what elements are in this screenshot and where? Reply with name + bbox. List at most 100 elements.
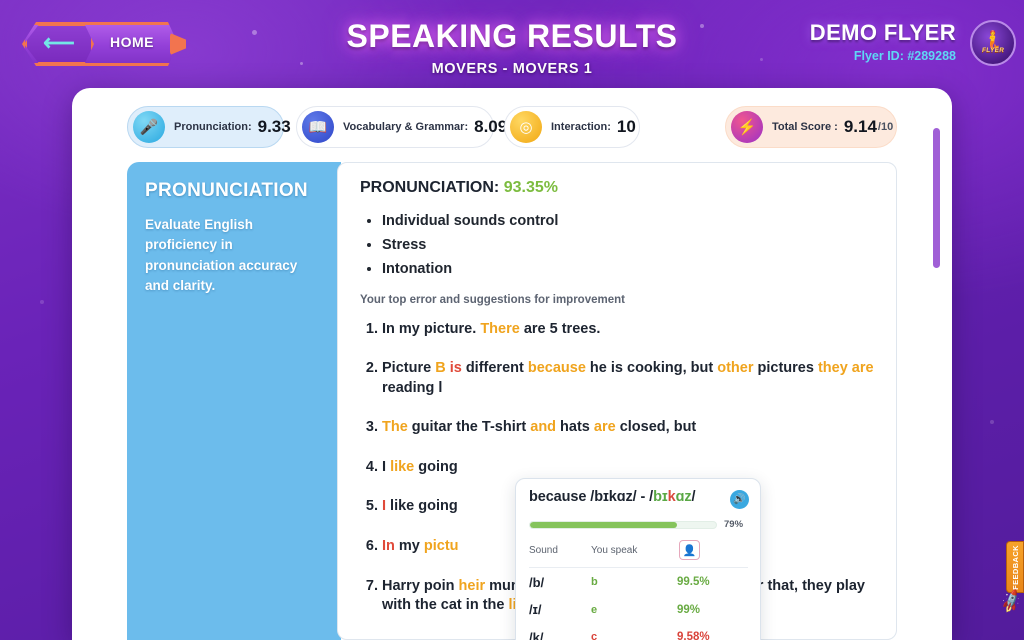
detail-heading-label: PRONUNCIATION: xyxy=(360,179,500,196)
sentence-fragment: closed, but xyxy=(615,419,697,436)
sentence-fragment: because xyxy=(527,360,586,377)
cell-score: 99.5% xyxy=(677,576,710,588)
user-name: DEMO FLYER xyxy=(809,20,956,45)
criteria-list: Individual sounds control Stress Intonat… xyxy=(382,209,878,282)
cell-sound: /b/ xyxy=(529,574,545,590)
ipa-phoneme: z xyxy=(684,489,692,505)
score-chip-interaction[interactable]: ◎ Interaction: 10 xyxy=(504,106,640,148)
sentence-fragment: and xyxy=(530,419,557,436)
list-item: Individual sounds control xyxy=(382,209,878,233)
sentence-fragment: different xyxy=(461,360,528,377)
avatar-label: FLYER xyxy=(981,46,1005,54)
sentence-fragment: are 5 trees. xyxy=(519,320,601,337)
scrollbar[interactable] xyxy=(933,128,940,598)
sentence-fragment: hats xyxy=(556,419,594,436)
popup-word: because xyxy=(529,489,587,505)
cell-score: 9.58% xyxy=(677,631,710,640)
list-item: Intonation xyxy=(382,257,878,281)
cell-sound: /ɪ/ xyxy=(529,602,542,617)
sentence-item[interactable]: The guitar the T-shirt and hats are clos… xyxy=(382,418,878,438)
microphone-record-icon[interactable]: 👤 xyxy=(679,540,700,560)
feedback-tab[interactable]: FEEDBACK xyxy=(1006,541,1024,593)
popup-spoken-ipa: /bɪkɑz/ xyxy=(649,489,695,505)
chip-value: 8.09 xyxy=(474,117,508,136)
cell-spoken: e xyxy=(591,603,598,616)
total-score-value: 9.14 xyxy=(843,117,877,136)
user-info: DEMO FLYER Flyer ID: #289288 xyxy=(810,20,956,63)
table-row: /ɪ/e 99% xyxy=(529,596,748,624)
flyer-id: Flyer ID: #289288 xyxy=(853,49,956,63)
total-score-chip: ⚡ Total Score : 9.14 /10 xyxy=(725,106,897,148)
sentence-fragment: In xyxy=(382,537,395,554)
score-chip-bar: 🎤 Pronunciation: 9.33 📖 Vocabulary & Gra… xyxy=(72,106,952,150)
sparkle xyxy=(40,300,44,304)
popup-target-ipa: /bɪkɑz/ xyxy=(590,489,637,505)
sound-table: Sound You speak 👤 /b/b 99.5% /ɪ/e 99% /k/c 9.… xyxy=(529,540,748,640)
detail-heading-value: 93.35% xyxy=(503,179,558,196)
criteria-description: Evaluate English proficiency in pronunci… xyxy=(145,217,298,293)
word-detail-popup[interactable]: because /bɪkɑz/ - /bɪkɑz/ 🔊 79% Sound Yo… xyxy=(515,478,761,640)
score-chip-vocabulary-grammar[interactable]: 📖 Vocabulary & Grammar: 8.09 xyxy=(296,106,507,148)
sentence-fragment: are xyxy=(593,419,616,436)
ipa-phoneme: / xyxy=(691,489,696,505)
sentence-fragment: he is cooking, but xyxy=(585,360,718,377)
microphone-icon: 🎤 xyxy=(133,111,165,143)
column-sound: Sound xyxy=(529,540,591,568)
page-header: ⟵ HOME SPEAKING RESULTS MOVERS - MOVERS … xyxy=(0,0,1024,90)
improvement-note: Your top error and suggestions for impro… xyxy=(360,293,625,306)
sparkle xyxy=(990,420,994,424)
sentence-fragment: they are xyxy=(817,360,874,377)
sentence-item[interactable]: Picture B is different because he is coo… xyxy=(382,359,878,398)
sentence-fragment: Picture xyxy=(382,360,436,377)
chip-label: Pronunciation: xyxy=(174,121,252,133)
panels: PRONUNCIATION Evaluate English proficien… xyxy=(127,162,897,640)
progress-fill xyxy=(530,521,677,528)
results-card: 🎤 Pronunciation: 9.33 📖 Vocabulary & Gra… xyxy=(72,88,952,640)
sentence-item[interactable]: In my picture. There are 5 trees. xyxy=(382,320,878,340)
sentence-fragment: is xyxy=(449,360,462,377)
bolt-icon: ⚡ xyxy=(731,111,763,143)
chip-label: Interaction: xyxy=(551,121,611,133)
criteria-sidebar: PRONUNCIATION Evaluate English proficien… xyxy=(127,162,341,640)
sentence-fragment: guitar xyxy=(407,419,453,436)
page-subtitle: MOVERS - MOVERS 1 xyxy=(431,61,593,77)
interaction-icon: ◎ xyxy=(510,111,542,143)
sentence-fragment: like xyxy=(390,458,415,475)
scrollbar-thumb[interactable] xyxy=(933,128,940,268)
total-score-label: Total Score : xyxy=(772,121,838,133)
table-header-row: Sound You speak 👤 xyxy=(529,540,748,568)
cell-spoken: c xyxy=(591,631,598,640)
chip-value: 10 xyxy=(616,117,636,136)
progress-track xyxy=(529,520,717,529)
ipa-phoneme: k xyxy=(667,489,676,505)
progress-label: 79% xyxy=(724,519,744,530)
feedback-label: FEEDBACK xyxy=(1010,544,1020,590)
cell-spoken: b xyxy=(591,576,598,588)
ipa-phoneme: b xyxy=(653,489,662,505)
sentence-fragment: pictu xyxy=(423,537,459,554)
cell-score: 99% xyxy=(677,603,701,616)
sentence-fragment: other xyxy=(717,360,754,377)
cell-sound: /k/ xyxy=(529,629,544,640)
sentence-fragment: my xyxy=(394,537,424,554)
avatar-character-icon: 🧜 xyxy=(982,29,1004,49)
sentence-fragment: heir xyxy=(458,577,486,594)
score-chip-pronunciation[interactable]: 🎤 Pronunciation: 9.33 xyxy=(127,106,291,148)
avatar[interactable]: 🧜 FLYER xyxy=(970,20,1016,66)
accuracy-progress: 79% xyxy=(529,519,748,530)
book-icon: 📖 xyxy=(302,111,334,143)
list-item: Stress xyxy=(382,233,878,257)
sentence-item[interactable]: I like going xyxy=(382,458,878,478)
sentence-fragment: I xyxy=(382,458,391,475)
table-row: /b/b 99.5% xyxy=(529,568,748,596)
sentence-fragment: There xyxy=(480,320,520,337)
sentence-fragment: reading l xyxy=(382,379,443,396)
column-you-speak: You speak xyxy=(591,540,677,568)
sentence-fragment: Harry poin xyxy=(382,577,455,594)
sentence-fragment: pictures xyxy=(753,360,818,377)
sentence-fragment: the T-shirt xyxy=(456,419,531,436)
speaker-icon[interactable]: 🔊 xyxy=(730,490,749,509)
popup-separator: - xyxy=(636,489,650,505)
sentence-fragment: like going xyxy=(386,498,458,515)
sentence-fragment: going xyxy=(414,458,458,475)
